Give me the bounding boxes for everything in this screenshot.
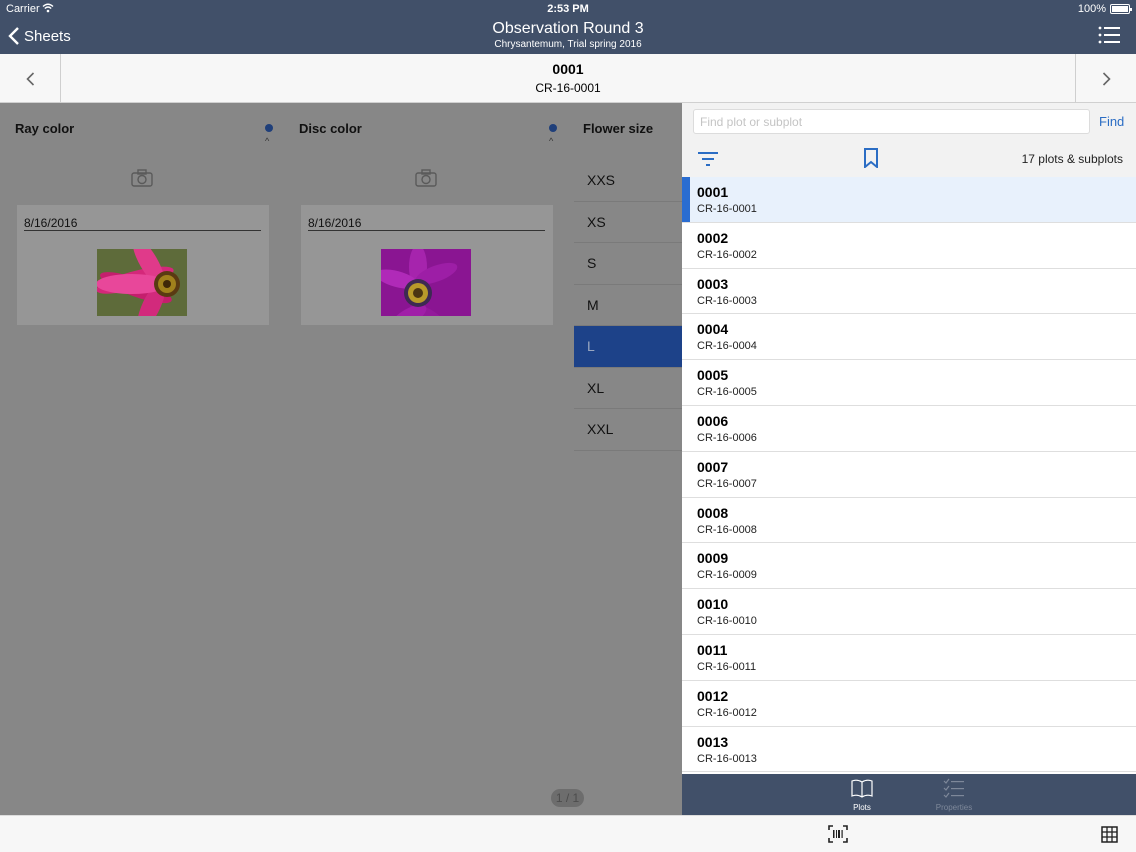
disc-color-card[interactable]: 8/16/2016 — [301, 205, 553, 325]
list-item-id: 0013 — [697, 733, 729, 750]
size-option-l[interactable]: L — [574, 326, 682, 368]
list-item-code: CR-16-0001 — [697, 203, 757, 215]
list-item-code: CR-16-0009 — [697, 569, 757, 582]
disc-color-camera-icon[interactable] — [415, 169, 437, 187]
next-plot-button[interactable] — [1075, 54, 1136, 103]
list-item[interactable]: 0008 CR-16-0008 — [682, 497, 1136, 544]
list-item-id: 0003 — [697, 275, 729, 292]
ray-color-collapse-icon[interactable]: ^ — [265, 137, 273, 146]
list-item-code: CR-16-0006 — [697, 431, 757, 444]
list-item[interactable]: 0013 CR-16-0013 — [682, 726, 1136, 773]
disc-color-date-underline — [308, 230, 545, 231]
disc-color-status-dot — [549, 124, 557, 132]
ray-color-date-underline — [24, 230, 261, 231]
checklist-icon — [943, 778, 964, 798]
size-option-xxl[interactable]: XXL — [574, 409, 682, 451]
list-item[interactable]: 0009 CR-16-0009 — [682, 543, 1136, 590]
panel-tab-bar: Plots Properties — [682, 774, 1136, 815]
list-item-id: 0012 — [697, 687, 729, 704]
list-item[interactable]: 0006 CR-16-0006 — [682, 405, 1136, 452]
list-item[interactable]: 0005 CR-16-0005 — [682, 360, 1136, 406]
ray-color-card[interactable]: 8/16/2016 — [17, 205, 269, 325]
ray-color-status-dot — [265, 124, 273, 132]
bottom-toolbar — [0, 815, 1136, 852]
size-option-m[interactable]: M — [574, 285, 682, 326]
list-item[interactable]: 0003 CR-16-0003 — [682, 268, 1136, 315]
filter-icon[interactable] — [697, 151, 719, 167]
list-item[interactable]: 0011 CR-16-0011 — [682, 634, 1136, 681]
current-plot-id: 0001 — [552, 61, 584, 77]
ray-color-photo[interactable] — [97, 249, 187, 316]
list-toolbar: 17 plots & subplots — [682, 140, 1136, 177]
page-subtitle: Chrysantemum, Trial spring 2016 — [494, 39, 642, 50]
list-item-code: CR-16-0011 — [697, 660, 757, 673]
observation-area: Ray color ^ 8/16/2016 Disc color ^ 8/16/… — [0, 103, 682, 815]
navigation-bar: Sheets Observation Round 3 Chrysantemum,… — [0, 18, 1136, 54]
list-item-code: CR-16-0002 — [697, 248, 757, 261]
flower-size-title: Flower size — [583, 121, 654, 136]
list-item-id: 0009 — [697, 550, 729, 567]
list-item-id: 0007 — [697, 458, 729, 475]
size-option-xs[interactable]: XS — [574, 202, 682, 243]
list-item[interactable]: 0001 CR-16-0001 — [682, 177, 1136, 223]
book-icon — [851, 779, 873, 798]
disc-color-collapse-icon[interactable]: ^ — [549, 137, 557, 146]
page-indicator: 1 / 1 — [551, 789, 584, 807]
list-item-id: 0001 — [697, 184, 729, 200]
tab-properties-label: Properties — [935, 803, 973, 812]
status-bar: Carrier 2:53 PM 100% — [0, 0, 1136, 18]
disc-color-photo[interactable] — [381, 249, 471, 316]
flower-size-options: XXS XS S M L XL XXL — [574, 160, 682, 451]
list-item-id: 0010 — [697, 596, 729, 613]
chevron-right-icon — [1102, 71, 1111, 86]
list-item-code: CR-16-0005 — [697, 386, 757, 399]
bookmark-icon[interactable] — [863, 148, 879, 168]
battery-percent: 100% — [1077, 3, 1106, 15]
plot-search-input[interactable] — [693, 109, 1090, 134]
list-item-code: CR-16-0012 — [697, 706, 757, 719]
size-option-xl[interactable]: XL — [574, 368, 682, 409]
list-item-code: CR-16-0003 — [697, 294, 757, 307]
tab-properties[interactable]: Properties — [914, 774, 994, 815]
disc-color-date: 8/16/2016 — [308, 216, 362, 230]
plot-header: 0001 CR-16-0001 — [0, 54, 1136, 103]
ray-color-date: 8/16/2016 — [24, 216, 78, 230]
plot-count: 17 plots & subplots — [1021, 152, 1123, 166]
page-title: Observation Round 3 — [492, 20, 644, 37]
plot-list-panel: Find 17 plots & subplots 0001CR-16-00010… — [682, 103, 1136, 815]
list-item-code: CR-16-0010 — [697, 615, 757, 628]
list-item[interactable]: 0002 CR-16-0002 — [682, 222, 1136, 269]
list-item-code: CR-16-0007 — [697, 477, 757, 490]
list-item-id: 0006 — [697, 412, 729, 429]
size-option-xxs[interactable]: XXS — [574, 160, 682, 202]
list-item-id: 0004 — [697, 321, 729, 338]
tab-plots-label: Plots — [853, 803, 871, 812]
list-item-id: 0002 — [697, 229, 729, 246]
ray-color-camera-icon[interactable] — [131, 169, 153, 187]
disc-color-title: Disc color — [299, 121, 362, 136]
list-item-code: CR-16-0004 — [697, 340, 757, 353]
list-item[interactable]: 0007 CR-16-0007 — [682, 451, 1136, 498]
list-item-id: 0005 — [697, 367, 729, 384]
battery-icon — [1110, 4, 1132, 14]
list-item[interactable]: 0004 CR-16-0004 — [682, 314, 1136, 361]
list-item[interactable]: 0012 CR-16-0012 — [682, 680, 1136, 727]
list-menu-icon[interactable] — [1098, 26, 1120, 44]
list-item[interactable]: 0010 CR-16-0010 — [682, 589, 1136, 635]
list-item-id: 0011 — [697, 641, 728, 658]
list-item-code: CR-16-0008 — [697, 523, 757, 536]
find-button[interactable]: Find — [1099, 114, 1124, 129]
list-item-id: 0008 — [697, 504, 729, 521]
list-item-code: CR-16-0013 — [697, 752, 757, 765]
grid-view-icon[interactable] — [1101, 826, 1118, 843]
clock: 2:53 PM — [547, 3, 589, 15]
search-bar: Find — [682, 103, 1136, 140]
size-option-s[interactable]: S — [574, 243, 682, 285]
ray-color-title: Ray color — [15, 121, 75, 136]
tab-plots[interactable]: Plots — [822, 774, 902, 815]
plot-list: 0001 CR-16-0001 0002 CR-16-0002 0003 CR-16-00… — [682, 177, 1136, 774]
barcode-scan-icon[interactable] — [828, 825, 848, 843]
current-plot-code: CR-16-0001 — [535, 81, 601, 95]
